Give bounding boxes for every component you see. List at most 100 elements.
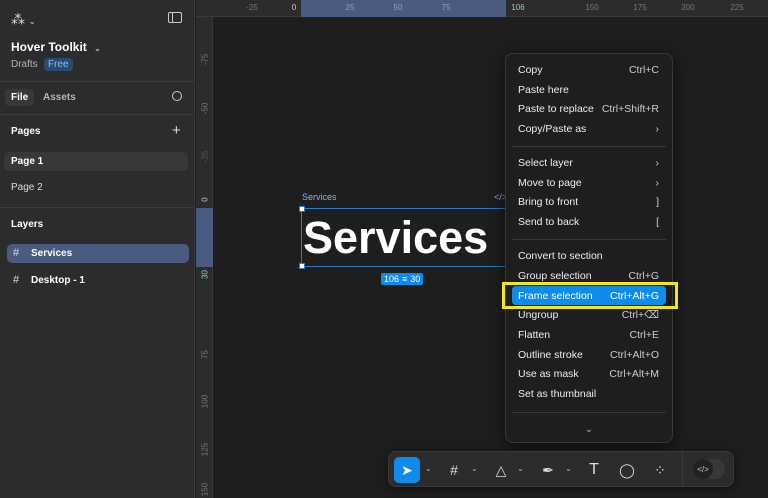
page-item-page-1[interactable]: Page 1 <box>4 152 188 171</box>
plan-badge: Free <box>44 58 73 71</box>
ruler-tick: 30 <box>200 270 210 279</box>
chevron-down-icon[interactable]: ⌄ <box>565 464 572 473</box>
shape-tool-icon[interactable]: △ <box>490 459 512 481</box>
services-text: Services <box>303 212 489 263</box>
tab-assets[interactable]: Assets <box>43 92 76 103</box>
ruler-tick: 200 <box>681 3 695 12</box>
code-icon: </> <box>693 459 713 479</box>
chevron-down-icon[interactable]: ⌄ <box>471 464 478 473</box>
chevron-down-icon[interactable]: ⌄ <box>517 464 524 473</box>
menu-separator <box>512 412 666 413</box>
menu-item-shortcut: Ctrl+Alt+M <box>609 367 659 380</box>
ruler-tick: 125 <box>200 442 210 457</box>
menu-item-shortcut: › <box>655 122 660 135</box>
resize-handle[interactable] <box>299 263 305 269</box>
pen-tool-icon[interactable]: ✒ <box>537 459 559 481</box>
menu-item-shortcut: › <box>655 156 660 169</box>
add-page-icon[interactable]: + <box>172 122 181 139</box>
menu-item-label: Ungroup <box>518 308 559 321</box>
ruler-tick: 100 <box>200 394 210 409</box>
page-item-page-2[interactable]: Page 2 <box>11 182 43 193</box>
menu-item-copy-paste-as[interactable]: Copy/Paste as › <box>512 119 666 138</box>
layer-label: Desktop - 1 <box>31 275 85 286</box>
ruler-tick: 175 <box>633 3 647 12</box>
menu-item-shortcut: Ctrl+Shift+R <box>601 102 659 115</box>
menu-item-paste-to-replace[interactable]: Paste to replace Ctrl+Shift+R <box>512 99 666 118</box>
text-tool-icon[interactable]: T <box>583 459 605 481</box>
menu-item-flatten[interactable]: Flatten Ctrl+E <box>512 325 666 344</box>
comment-tool-icon[interactable]: ◯ <box>616 459 638 481</box>
ruler-tick: 75 <box>200 350 210 359</box>
menu-separator <box>512 239 666 240</box>
scroll-more-chevron-icon[interactable]: ⌄ <box>506 424 672 435</box>
highlight-box <box>502 282 678 309</box>
menu-item-label: Set as thumbnail <box>518 387 597 400</box>
layers-heading: Layers <box>11 219 44 230</box>
ruler-tick: 25 <box>345 3 355 12</box>
menu-item-move-to-page[interactable]: Move to page › <box>512 173 666 192</box>
figma-menu-icon[interactable]: ⁂ ⌄ <box>11 11 36 28</box>
ruler-tick: 150 <box>585 3 599 12</box>
menu-item-label: Outline stroke <box>518 348 583 361</box>
ruler-selection-range <box>301 0 506 17</box>
ruler-tick: 150 <box>200 482 210 497</box>
tab-file[interactable]: File <box>5 89 35 106</box>
menu-item-shortcut: Ctrl+E <box>629 328 659 341</box>
ruler-tick: -25 <box>246 3 258 12</box>
menu-item-label: Select layer <box>518 156 573 169</box>
menu-item-send-to-back[interactable]: Send to back [ <box>512 212 666 231</box>
menu-item-shortcut: › <box>655 176 660 189</box>
chevron-down-icon[interactable]: ⌄ <box>425 464 432 473</box>
menu-item-copy[interactable]: Copy Ctrl+C <box>512 60 666 79</box>
menu-item-set-as-thumbnail[interactable]: Set as thumbnail <box>512 384 666 403</box>
hug-icon: ≡ <box>402 274 408 284</box>
menu-item-label: Copy <box>518 63 543 76</box>
project-title[interactable]: Hover Toolkit ⌄ <box>11 40 101 54</box>
menu-item-label: Use as mask <box>518 367 579 380</box>
menu-item-label: Send to back <box>518 215 580 228</box>
drafts-label[interactable]: Drafts <box>11 59 38 70</box>
menu-item-shortcut: [ <box>656 215 659 228</box>
menu-item-shortcut: Ctrl+C <box>628 63 659 76</box>
frame-icon: # <box>13 247 20 259</box>
menu-item-label: Paste here <box>518 83 569 96</box>
dev-mode-toggle[interactable]: </> <box>693 459 725 479</box>
menu-item-select-layer[interactable]: Select layer › <box>512 153 666 172</box>
menu-item-label: Group selection <box>518 269 592 282</box>
actions-icon[interactable]: ⁘ <box>649 459 671 481</box>
size-badge: 106 ≡ 30 <box>381 273 424 285</box>
move-tool-icon[interactable]: ➤ <box>394 457 420 483</box>
resize-handle[interactable] <box>299 206 305 212</box>
ruler-tick: 50 <box>393 3 403 12</box>
frame-icon: # <box>13 274 20 286</box>
bottom-toolbar: ➤ ⌄ # ⌄ △ ⌄ ✒ ⌄ T ◯ ⁘ </> <box>388 451 734 487</box>
menu-item-use-as-mask[interactable]: Use as mask Ctrl+Alt+M <box>512 364 666 383</box>
ruler-vertical: -75 -50 -25 0 30 75 100 125 150 <box>196 17 213 498</box>
page-label: Page 1 <box>11 156 44 167</box>
ruler-tick: -25 <box>200 150 210 163</box>
chevron-down-icon: ⌄ <box>94 44 101 53</box>
frame-label[interactable]: Services <box>302 192 337 202</box>
ruler-tick: -50 <box>200 102 210 115</box>
menu-separator <box>512 146 666 147</box>
ruler-selection-range <box>196 208 213 267</box>
toggle-sidebar-icon[interactable] <box>168 12 182 23</box>
menu-item-outline-stroke[interactable]: Outline stroke Ctrl+Alt+O <box>512 345 666 364</box>
context-menu: Copy Ctrl+C Paste here Paste to replace Ctrl… <box>505 53 673 443</box>
ruler-tick: -75 <box>200 53 210 66</box>
menu-item-label: Copy/Paste as <box>518 122 587 135</box>
menu-item-label: Bring to front <box>518 195 579 208</box>
ruler-tick: 0 <box>291 3 297 12</box>
menu-item-paste-here[interactable]: Paste here <box>512 80 666 99</box>
layer-item-services[interactable]: # Services <box>7 244 189 263</box>
menu-item-convert-to-section[interactable]: Convert to section <box>512 246 666 265</box>
selected-frame-services[interactable]: Services <box>299 206 511 269</box>
ruler-tick: 75 <box>441 3 451 12</box>
width-value: 106 <box>384 274 400 284</box>
ruler-tick: 225 <box>730 3 744 12</box>
layer-item-desktop-1[interactable]: # Desktop - 1 <box>7 271 189 290</box>
frame-tool-icon[interactable]: # <box>443 459 465 481</box>
search-icon[interactable] <box>172 91 182 101</box>
menu-item-bring-to-front[interactable]: Bring to front] <box>512 192 666 211</box>
pages-heading: Pages <box>11 126 41 137</box>
